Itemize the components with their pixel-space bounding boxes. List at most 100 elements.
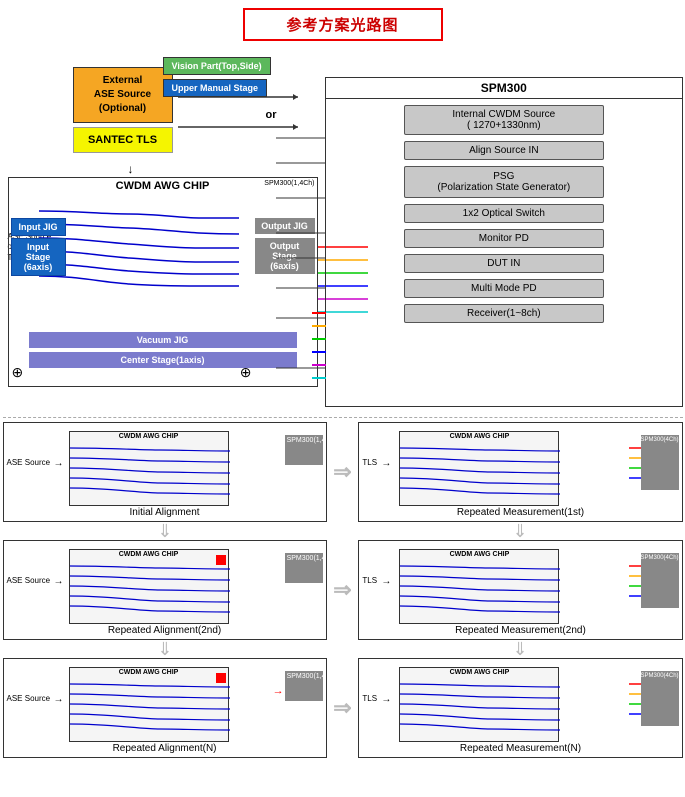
ra2-source-label: ASE Source xyxy=(7,576,51,585)
multimode-pd-box: Multi Mode PD xyxy=(404,279,604,298)
initial-alignment-box: ASE Source → CWDM AWG CHIP SPM300(1,4Ch)… xyxy=(3,422,327,522)
row-arrow-2: ⇒ xyxy=(333,540,353,640)
ran-title: Repeated Alignment(N) xyxy=(4,743,326,754)
rm1-arrow: → xyxy=(381,458,391,469)
rmn-source-label: TLS xyxy=(362,694,377,703)
ra2-wg-svg xyxy=(70,558,230,620)
ia-source-label: ASE Source xyxy=(7,458,51,467)
cwdm-chip-box: CWDM AWG CHIP SPM300(1,4Ch) Input JIG In… xyxy=(8,177,318,387)
ia-spm-box: SPM300(1,4Ch) xyxy=(285,435,323,465)
top-diagram: ExternalASE Source(Optional) SANTEC TLS … xyxy=(3,47,683,417)
optical-switch-box: 1x2 Optical Switch xyxy=(404,204,604,223)
repeated-measure-2-box: TLS → CWDM AWG CHIP SPM300(4Ch) Repea xyxy=(358,540,682,640)
ran-wg-svg xyxy=(70,676,230,738)
down-arrow-right-2: ⇓ xyxy=(513,639,528,660)
ra2-spm-box: SPM300(1,4Ch) xyxy=(285,553,323,583)
rmn-chip: CWDM AWG CHIP xyxy=(399,667,559,742)
process-row-3: ASE Source → CWDM AWG CHIP SPM300(1,4Ch)… xyxy=(3,658,683,758)
process-row-2: ASE Source → CWDM AWG CHIP SPM300(1,4Ch)… xyxy=(3,540,683,640)
santec-tls-box: SANTEC TLS xyxy=(73,127,173,153)
spm300-title: SPM300 xyxy=(326,78,681,99)
row-arrow-3: ⇒ xyxy=(333,658,353,758)
rmn-title: Repeated Measurement(N) xyxy=(359,743,681,754)
ran-red-arrow: → xyxy=(273,685,284,697)
row-arrow-1: ⇒ xyxy=(333,422,353,522)
rm2-arrow: → xyxy=(381,576,391,587)
rmn-chip-title: CWDM AWG CHIP xyxy=(400,668,558,676)
rmn-spm-box: SPM300(4Ch) xyxy=(641,671,679,726)
spm300-body: Internal CWDM Source( 1270+1330nm) Align… xyxy=(326,99,681,329)
ia-title: Initial Alignment xyxy=(4,507,326,518)
rmn-fiber-svg xyxy=(629,679,641,724)
ia-chip: CWDM AWG CHIP xyxy=(69,431,229,506)
rm2-chip: CWDM AWG CHIP xyxy=(399,549,559,624)
rmn-wg-svg xyxy=(400,676,560,738)
rm1-spm-box: SPM300(4Ch) xyxy=(641,435,679,490)
psg-box: PSG(Polarization State Generator) xyxy=(404,166,604,198)
vision-part-box: Vision Part(Top,Side) xyxy=(163,57,271,75)
rm2-title: Repeated Measurement(2nd) xyxy=(359,625,681,636)
center-stage-label: Center Stage(1axis) xyxy=(29,352,297,368)
ran-red-square xyxy=(216,673,226,683)
process-row-1: ASE Source → CWDM AWG CHIP SPM300(1,4Ch)… xyxy=(3,422,683,522)
rm2-spm-box: SPM300(4Ch) xyxy=(641,553,679,608)
down-arrow-right-1: ⇓ xyxy=(513,521,528,542)
rm1-chip-title: CWDM AWG CHIP xyxy=(400,432,558,440)
ran-source-label: ASE Source xyxy=(7,694,51,703)
input-stage-label: Input Stage (6axis) xyxy=(11,238,66,276)
align-source-text: Align Source IN xyxy=(469,145,538,156)
rm1-source-label: TLS xyxy=(362,458,377,467)
right-arrow-1: ⇒ xyxy=(333,459,351,485)
santec-tls-label: SANTEC TLS xyxy=(73,127,173,153)
ra2-chip-title: CWDM AWG CHIP xyxy=(70,550,228,558)
rm1-title: Repeated Measurement(1st) xyxy=(359,507,681,518)
rm2-chip-title: CWDM AWG CHIP xyxy=(400,550,558,558)
ran-arrow: → xyxy=(54,694,64,705)
internal-cwdm-box: Internal CWDM Source( 1270+1330nm) xyxy=(404,105,604,135)
optical-switch-text: 1x2 Optical Switch xyxy=(463,208,545,219)
ia-wg-svg xyxy=(70,440,230,502)
receiver-box: Receiver(1~8ch) xyxy=(404,304,604,323)
down-arrow-row-1: ⇓ ⇓ xyxy=(3,526,683,536)
rm2-wg-svg xyxy=(400,558,560,620)
rm2-fiber-svg xyxy=(629,561,641,606)
ran-spm-box: SPM300(1,4Ch) xyxy=(285,671,323,701)
waveguide-svg xyxy=(39,196,239,306)
monitor-pd-text: Monitor PD xyxy=(479,233,529,244)
coord-cross-right: ⊕ xyxy=(240,364,252,381)
ra2-arrow: → xyxy=(54,576,64,587)
spm300-panel: SPM300 Internal CWDM Source( 1270+1330nm… xyxy=(325,77,682,407)
rm1-wg-svg xyxy=(400,440,560,502)
repeated-measure-1-box: TLS → CWDM AWG CHIP SPM300(4Ch) xyxy=(358,422,682,522)
ra2-chip: CWDM AWG CHIP xyxy=(69,549,229,624)
receiver-text: Receiver(1~8ch) xyxy=(467,308,541,319)
page-title: 参考方案光路图 xyxy=(243,8,443,41)
external-ase-label: ExternalASE Source(Optional) xyxy=(73,67,173,123)
right-arrow-3: ⇒ xyxy=(333,695,351,721)
vacuum-jig-label: Vacuum JIG xyxy=(29,332,297,348)
rm2-source-label: TLS xyxy=(362,576,377,585)
dut-in-box: DUT IN xyxy=(404,254,604,273)
ra2-red-square xyxy=(216,555,226,565)
ra2-title: Repeated Alignment(2nd) xyxy=(4,625,326,636)
vert-arrow1: ↓ xyxy=(128,162,134,176)
psg-text: PSG(Polarization State Generator) xyxy=(437,171,570,193)
left-panel: ExternalASE Source(Optional) SANTEC TLS … xyxy=(3,47,321,417)
ran-chip: CWDM AWG CHIP xyxy=(69,667,229,742)
down-arrow-left-2: ⇓ xyxy=(157,639,172,660)
ran-chip-title: CWDM AWG CHIP xyxy=(70,668,228,676)
repeated-align-2-box: ASE Source → CWDM AWG CHIP SPM300(1,4Ch)… xyxy=(3,540,327,640)
input-jig-label: Input JIG xyxy=(11,218,66,236)
bottom-section: ASE Source → CWDM AWG CHIP SPM300(1,4Ch)… xyxy=(3,422,683,758)
repeated-measure-n-box: TLS → CWDM AWG CHIP SPM300(4Ch) Repea xyxy=(358,658,682,758)
internal-cwdm-text: Internal CWDM Source( 1270+1330nm) xyxy=(452,109,555,131)
repeated-align-n-box: ASE Source → CWDM AWG CHIP SPM300(1,4Ch)… xyxy=(3,658,327,758)
ia-arrow: → xyxy=(54,458,64,469)
rm1-chip: CWDM AWG CHIP xyxy=(399,431,559,506)
fiber-in-spm-svg xyxy=(312,308,326,408)
dut-in-text: DUT IN xyxy=(487,258,520,269)
rmn-arrow: → xyxy=(381,694,391,705)
divider xyxy=(3,417,683,418)
down-arrow-left-1: ⇓ xyxy=(157,521,172,542)
ia-chip-title: CWDM AWG CHIP xyxy=(70,432,228,440)
